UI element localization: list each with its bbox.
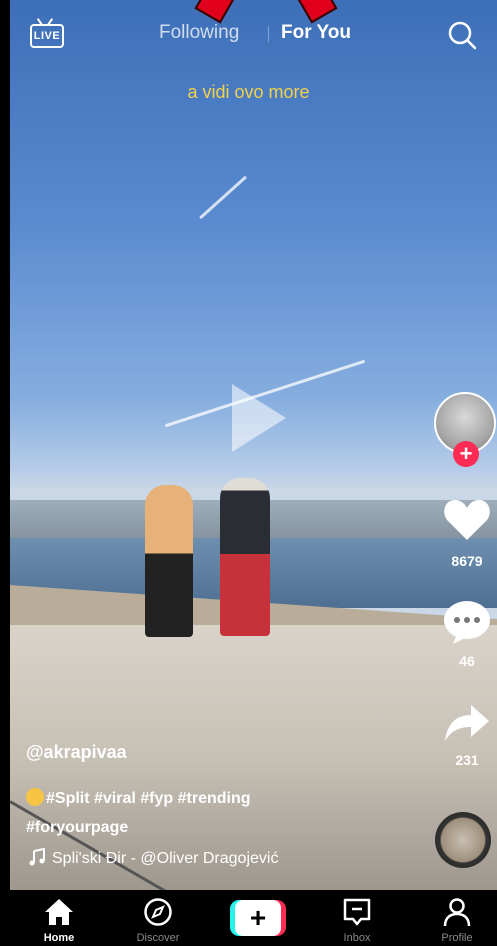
nav-inbox-label: Inbox	[343, 932, 371, 944]
annotation-arrow	[194, 0, 236, 24]
hashtags-line-1[interactable]: #Split #viral #fyp #trending	[46, 790, 251, 807]
contrail	[198, 175, 248, 220]
music-note-icon	[29, 847, 45, 866]
nav-discover-label: Discover	[136, 932, 180, 944]
tab-following[interactable]: Following	[159, 22, 239, 44]
video-caption: a vidi ovo more	[187, 82, 310, 102]
nav-profile-label: Profile	[441, 932, 473, 944]
nav-profile[interactable]: Profile	[417, 890, 497, 946]
man-figure	[220, 478, 270, 636]
create-button[interactable]: +	[230, 900, 286, 936]
share-count: 231	[455, 752, 479, 768]
compass-icon	[144, 898, 172, 926]
live-button[interactable]: LIVE	[30, 18, 64, 48]
tab-for-you[interactable]: For You	[281, 22, 351, 44]
comment-count: 46	[459, 653, 475, 669]
sound-title: Spli'ski Đir - @Oliver Dragojević	[52, 850, 279, 867]
nav-inbox[interactable]: Inbox	[317, 890, 397, 946]
sound-disc[interactable]	[435, 812, 491, 868]
nav-home[interactable]: Home	[19, 890, 99, 946]
play-icon[interactable]	[232, 384, 286, 452]
hashtags-line-2[interactable]: #foryourpage	[26, 819, 128, 836]
profile-icon	[443, 898, 471, 927]
share-icon[interactable]	[443, 703, 491, 743]
heart-icon[interactable]	[443, 498, 491, 542]
top-bar: LIVE Following For You	[0, 0, 497, 70]
tab-divider	[268, 26, 269, 42]
inbox-icon	[343, 898, 371, 926]
post-description: #Split #viral #fyp #trending #foryourpag…	[26, 784, 346, 842]
username[interactable]: @akrapivaa	[26, 742, 127, 763]
home-icon	[45, 899, 73, 925]
sound-info[interactable]: Spli'ski Đir - @Oliver Dragojević	[28, 847, 279, 868]
annotation-arrow	[296, 0, 338, 24]
comment-icon[interactable]	[443, 600, 491, 644]
follow-button[interactable]: +	[453, 441, 479, 467]
nav-home-label: Home	[43, 932, 75, 944]
smiling-emoji-icon	[26, 788, 44, 806]
nav-discover[interactable]: Discover	[118, 890, 198, 946]
live-label: LIVE	[30, 24, 64, 48]
woman-figure	[145, 485, 193, 637]
search-icon[interactable]	[447, 20, 477, 50]
tiktok-feed-screen: LIVE Following For You a vidi ovo more +…	[0, 0, 497, 946]
plus-icon: +	[235, 900, 281, 936]
like-count: 8679	[451, 553, 483, 569]
